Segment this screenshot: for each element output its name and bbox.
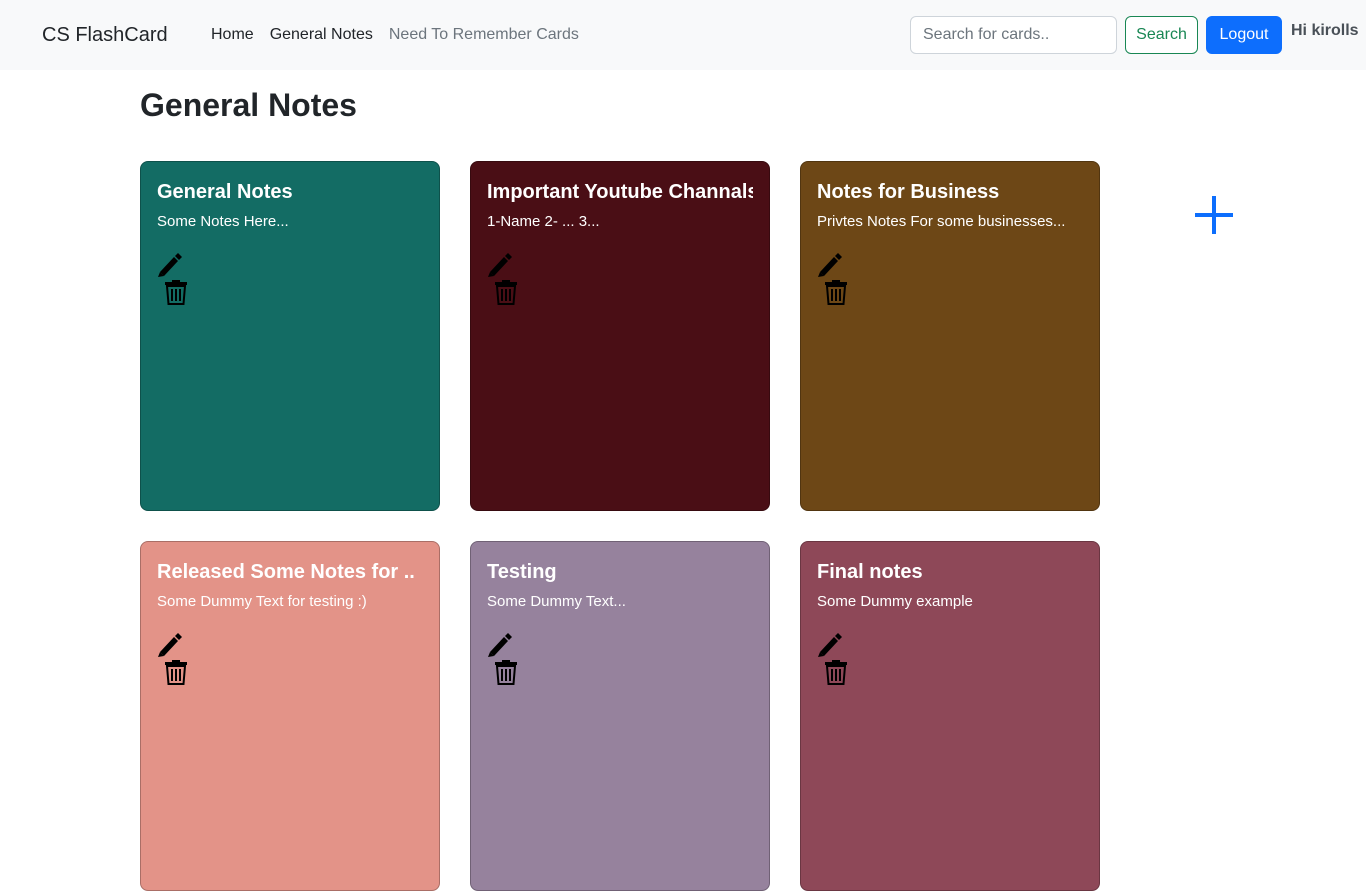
card-text: Some Dummy Text... bbox=[487, 593, 626, 610]
navbar: CS FlashCard Home General Notes Need To … bbox=[0, 0, 1366, 70]
user-greeting: Hi kirolls bbox=[1291, 22, 1359, 39]
note-card[interactable]: Released Some Notes for .. Some Dummy Te… bbox=[140, 541, 440, 891]
note-card[interactable]: Notes for Business Privtes Notes For som… bbox=[800, 161, 1100, 511]
card-title: Testing bbox=[487, 561, 557, 583]
note-card[interactable]: General Notes Some Notes Here... bbox=[140, 161, 440, 511]
card-text: Some Dummy example bbox=[817, 593, 973, 610]
trash-icon[interactable] bbox=[495, 279, 517, 305]
note-card[interactable]: Final notes Some Dummy example bbox=[800, 541, 1100, 891]
trash-icon[interactable] bbox=[825, 279, 847, 305]
nav-links: Home General Notes Need To Remember Card… bbox=[211, 26, 595, 44]
trash-icon[interactable] bbox=[825, 659, 847, 685]
trash-icon[interactable] bbox=[165, 659, 187, 685]
note-card[interactable]: Testing Some Dummy Text... bbox=[470, 541, 770, 891]
card-title: General Notes bbox=[157, 181, 293, 203]
card-text: Some Notes Here... bbox=[157, 213, 289, 230]
nav-link-need-to-remember[interactable]: Need To Remember Cards bbox=[389, 26, 579, 44]
card-text: Some Dummy Text for testing :) bbox=[157, 593, 367, 610]
search-input[interactable] bbox=[910, 16, 1117, 54]
page-title: General Notes bbox=[140, 87, 357, 123]
trash-icon[interactable] bbox=[495, 659, 517, 685]
card-title: Final notes bbox=[817, 561, 923, 583]
nav-link-home[interactable]: Home bbox=[211, 26, 254, 44]
card-text: 1-Name 2- ... 3... bbox=[487, 213, 600, 230]
card-title: Released Some Notes for .. bbox=[157, 561, 415, 583]
pen-icon[interactable] bbox=[817, 632, 843, 658]
pen-icon[interactable] bbox=[157, 252, 183, 278]
pen-icon[interactable] bbox=[487, 632, 513, 658]
pen-icon[interactable] bbox=[817, 252, 843, 278]
card-title: Important Youtube Channals bbox=[487, 181, 753, 203]
logout-button[interactable]: Logout bbox=[1206, 16, 1282, 54]
plus-icon bbox=[1195, 196, 1233, 234]
brand-link[interactable]: CS FlashCard bbox=[42, 24, 168, 47]
pen-icon[interactable] bbox=[157, 632, 183, 658]
search-button[interactable]: Search bbox=[1125, 16, 1198, 54]
card-text: Privtes Notes For some businesses... bbox=[817, 213, 1066, 230]
add-card-button[interactable] bbox=[1192, 193, 1236, 237]
pen-icon[interactable] bbox=[487, 252, 513, 278]
trash-icon[interactable] bbox=[165, 279, 187, 305]
note-card[interactable]: Important Youtube Channals 1-Name 2- ...… bbox=[470, 161, 770, 511]
nav-link-general-notes[interactable]: General Notes bbox=[270, 26, 373, 44]
card-title: Notes for Business bbox=[817, 181, 1000, 203]
